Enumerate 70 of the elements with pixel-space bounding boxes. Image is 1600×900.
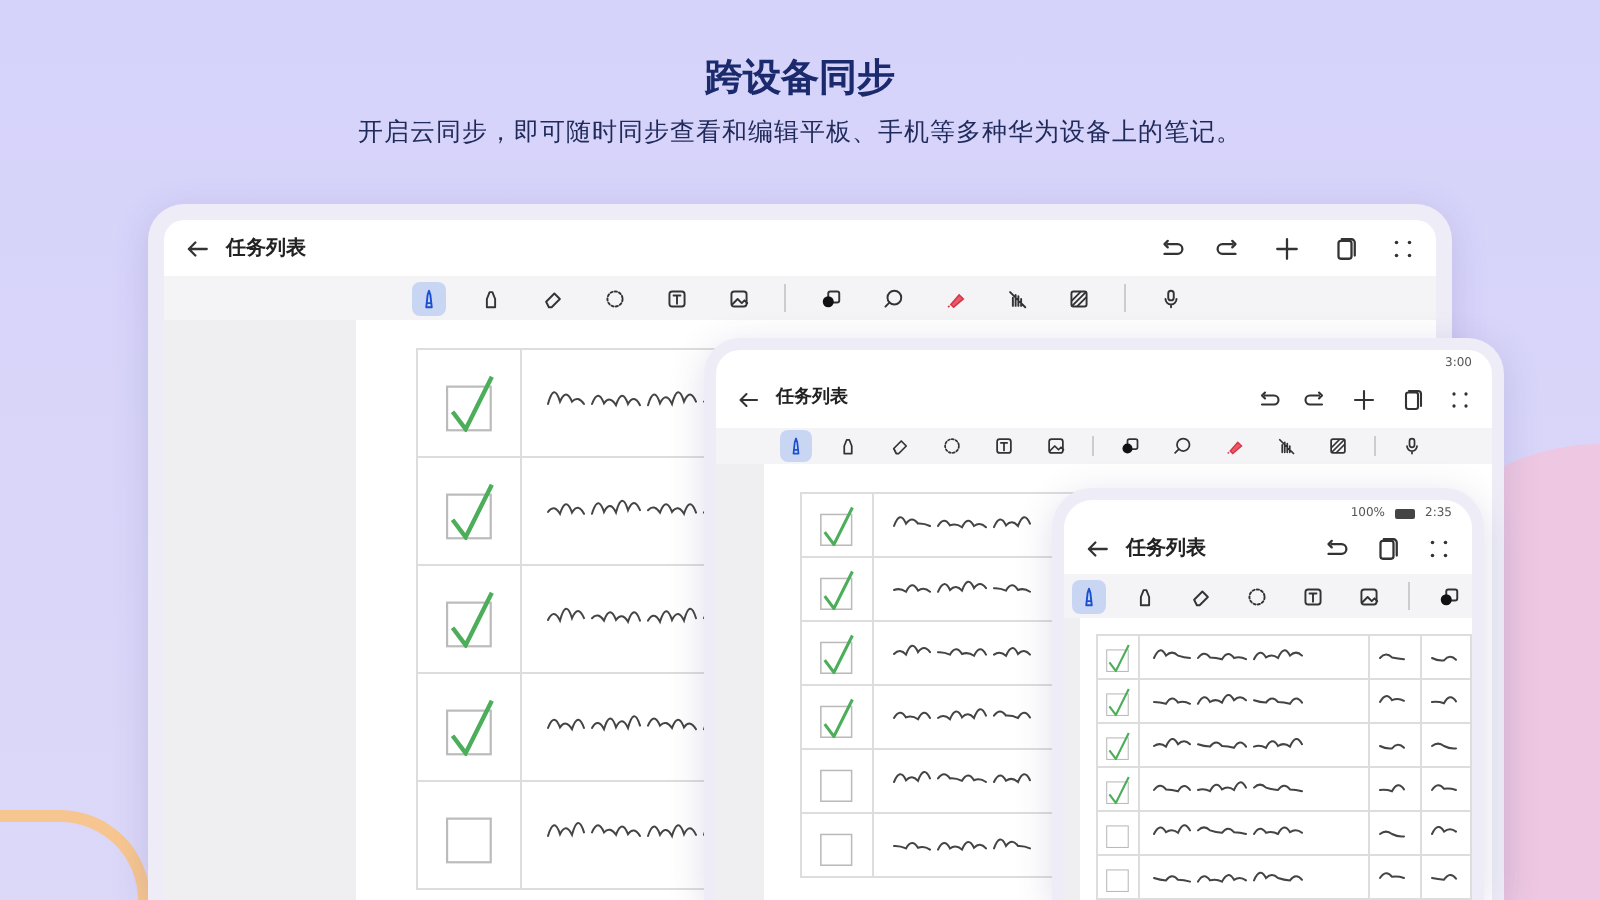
checkbox[interactable]	[820, 697, 854, 737]
hatched-square-icon	[1328, 436, 1348, 456]
note-title: 任务列表	[1126, 535, 1206, 563]
color-picker-icon	[1120, 436, 1140, 456]
pages-icon[interactable]	[1374, 535, 1400, 561]
handwriting-drawing	[1427, 693, 1459, 709]
back-arrow-icon[interactable]	[184, 235, 210, 261]
checkbox[interactable]	[445, 374, 493, 432]
marker-icon	[838, 436, 858, 456]
grid-dots-icon[interactable]	[1448, 388, 1472, 412]
handwriting-drawing	[1427, 869, 1459, 885]
grid-dots-icon[interactable]	[1426, 535, 1452, 561]
text-box-icon	[994, 436, 1014, 456]
hand-slash-icon	[1006, 287, 1028, 309]
undo-icon[interactable]	[1322, 535, 1348, 561]
add-icon[interactable]	[1352, 388, 1376, 412]
image-icon	[728, 287, 750, 309]
checkbox[interactable]	[445, 698, 493, 756]
eraser-icon	[1189, 585, 1211, 607]
lasso-icon	[1245, 585, 1267, 607]
image-icon	[1046, 436, 1066, 456]
heading: 跨设备同步	[703, 56, 897, 102]
back-arrow-icon[interactable]	[1084, 535, 1110, 561]
marker-icon	[480, 287, 502, 309]
image-icon	[1357, 585, 1379, 607]
add-icon[interactable]	[1274, 235, 1300, 261]
checkbox[interactable]	[820, 505, 854, 545]
text-box-icon	[666, 287, 688, 309]
grid-dots-icon[interactable]	[1390, 235, 1416, 261]
pen-tool[interactable]	[412, 281, 446, 315]
checkbox[interactable]	[1105, 731, 1130, 759]
checkbox[interactable]	[820, 569, 854, 609]
redo-icon[interactable]	[1304, 388, 1328, 412]
handwriting-drawing	[1427, 737, 1459, 753]
color-picker-icon	[820, 287, 842, 309]
checkbox[interactable]	[1105, 643, 1130, 671]
handwriting-drawing	[1427, 825, 1459, 841]
microphone-icon	[1402, 436, 1422, 456]
subtitle: 开启云同步，即可随时同步查看和编辑平板、手机等多种华为设备上的笔记。	[356, 113, 1244, 150]
checkbox[interactable]	[445, 590, 493, 648]
checkbox[interactable]	[1105, 863, 1130, 891]
note-title: 任务列表	[226, 235, 306, 263]
back-arrow-icon[interactable]	[736, 388, 760, 412]
microphone-icon	[1160, 287, 1182, 309]
checkbox[interactable]	[445, 482, 493, 540]
pages-icon[interactable]	[1400, 388, 1424, 412]
checkbox[interactable]	[820, 633, 854, 673]
eraser-icon	[890, 436, 910, 456]
handwriting-drawing	[1427, 781, 1459, 797]
checkbox[interactable]	[1105, 687, 1130, 715]
zoom-icon	[1172, 436, 1192, 456]
note-title: 任务列表	[776, 386, 848, 413]
undo-icon[interactable]	[1256, 388, 1280, 412]
lasso-icon	[942, 436, 962, 456]
lasso-icon	[604, 287, 626, 309]
hand-slash-icon	[1276, 436, 1296, 456]
highlighter-icon	[1224, 436, 1244, 456]
eraser-icon	[542, 287, 564, 309]
undo-icon[interactable]	[1158, 235, 1184, 261]
pages-icon[interactable]	[1332, 235, 1358, 261]
hatched-square-icon	[1068, 287, 1090, 309]
checkbox[interactable]	[1105, 775, 1130, 803]
pen-tool[interactable]	[1071, 579, 1105, 613]
zoom-icon	[882, 287, 904, 309]
color-picker-icon	[1437, 585, 1459, 607]
text-box-icon	[1301, 585, 1323, 607]
redo-icon[interactable]	[1216, 235, 1242, 261]
checkbox[interactable]	[1105, 819, 1130, 847]
pen-tool[interactable]	[780, 430, 812, 462]
battery-icon	[1393, 507, 1418, 519]
